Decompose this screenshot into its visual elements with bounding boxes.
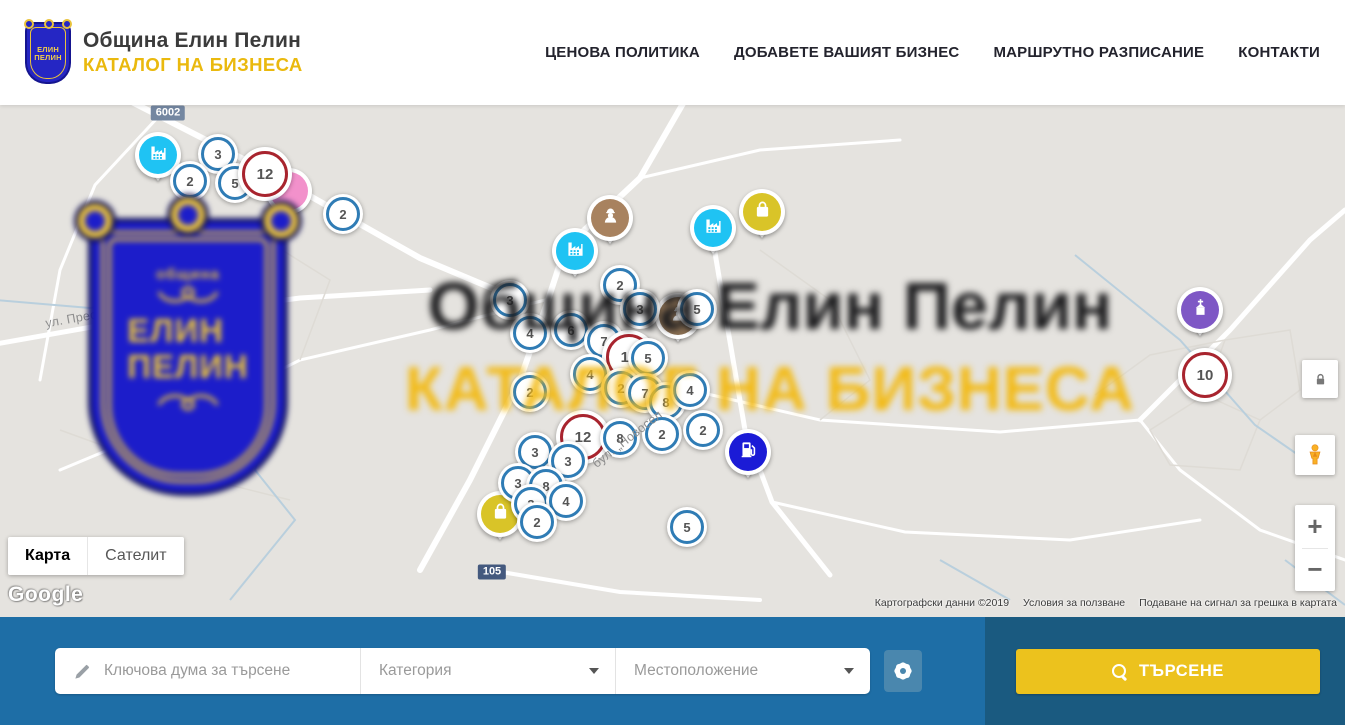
street-name-label: ул. Преслав — [44, 304, 119, 331]
keyword-search-input[interactable] — [104, 662, 360, 680]
header: ЕЛИНПЕЛИН Община Елин Пелин КАТАЛОГ НА Б… — [0, 0, 1345, 105]
map-type-map-button[interactable]: Карта — [8, 537, 87, 575]
worker-icon — [600, 205, 621, 231]
map-cluster-marker[interactable]: 2 — [517, 502, 557, 542]
search-icon — [1112, 664, 1128, 680]
map-cluster-marker[interactable]: 5 — [667, 507, 707, 547]
factory-icon — [565, 238, 586, 264]
fuel-icon — [738, 439, 759, 465]
main-nav: ЦЕНОВА ПОЛИТИКА ДОБАВЕТЕ ВАШИЯТ БИЗНЕС М… — [545, 44, 1320, 61]
zoom-in-button[interactable]: + — [1295, 505, 1335, 548]
map-cluster-marker[interactable]: 5 — [677, 289, 717, 329]
municipality-crest-icon: ЕЛИНПЕЛИН — [25, 22, 71, 84]
factory-icon — [703, 215, 724, 241]
map-pin-church[interactable] — [1177, 287, 1223, 333]
search-bar: Категория Местоположение ТЪРСЕНЕ — [0, 617, 1345, 725]
map-pin-fuel[interactable] — [725, 429, 771, 475]
map-cluster-marker[interactable]: 2 — [510, 372, 550, 412]
chevron-down-icon — [844, 668, 854, 674]
site-subtitle: КАТАЛОГ НА БИЗНЕСА — [83, 54, 303, 76]
map-type-control: Карта Сателит — [8, 537, 184, 575]
advanced-search-button[interactable] — [884, 650, 922, 692]
nav-item-contacts[interactable]: КОНТАКТИ — [1238, 44, 1320, 61]
nav-item-pricing[interactable]: ЦЕНОВА ПОЛИТИКА — [545, 44, 700, 61]
chevron-down-icon — [589, 668, 599, 674]
church-icon — [1190, 297, 1211, 323]
lock-icon — [1313, 372, 1328, 387]
road-number-label: 105 — [478, 565, 506, 580]
map-cluster-marker[interactable]: 2 — [683, 410, 723, 450]
zoom-control: + − — [1295, 505, 1335, 591]
bag-icon — [752, 199, 773, 225]
nav-item-timetable[interactable]: МАРШРУТНО РАЗПИСАНИЕ — [993, 44, 1204, 61]
category-select[interactable]: Категория — [360, 648, 615, 694]
gear-icon — [892, 660, 914, 682]
site-title: Община Елин Пелин — [83, 29, 303, 53]
attribution-data-credit: Картографски данни ©2019 — [875, 597, 1009, 609]
page: ЕЛИНПЕЛИН Община Елин Пелин КАТАЛОГ НА Б… — [0, 0, 1345, 725]
map-pin-bag[interactable] — [739, 189, 785, 235]
pencil-icon — [73, 662, 92, 681]
map-cluster-marker[interactable]: 2 — [323, 194, 363, 234]
search-button[interactable]: ТЪРСЕНЕ — [1016, 649, 1320, 694]
map-cluster-marker[interactable]: 12 — [238, 147, 292, 201]
bag-icon — [490, 501, 511, 527]
map-marker-layer: 3251222353467135242784128223338342510600… — [0, 105, 1345, 617]
map-cluster-marker[interactable]: 4 — [510, 313, 550, 353]
street-view-pegman-button[interactable] — [1295, 435, 1335, 475]
map-cluster-marker[interactable]: 3 — [620, 289, 660, 329]
map-cluster-marker[interactable]: 4 — [670, 370, 710, 410]
map-type-satellite-button[interactable]: Сателит — [87, 537, 183, 575]
nav-item-add-business[interactable]: ДОБАВЕТЕ ВАШИЯТ БИЗНЕС — [734, 44, 959, 61]
location-select[interactable]: Местоположение — [615, 648, 870, 694]
road-number-label: 6002 — [151, 106, 185, 121]
map-cluster-marker[interactable]: 10 — [1178, 348, 1232, 402]
site-logo[interactable]: ЕЛИНПЕЛИН Община Елин Пелин КАТАЛОГ НА Б… — [25, 22, 303, 84]
google-logo[interactable]: Google — [8, 583, 83, 607]
map-attribution: Картографски данни ©2019 Условия за полз… — [875, 597, 1337, 609]
attribution-terms-link[interactable]: Условия за ползване — [1023, 597, 1125, 609]
lock-control-button[interactable] — [1302, 360, 1338, 398]
attribution-report-link[interactable]: Подаване на сигнал за грешка в картата — [1139, 597, 1337, 609]
map-cluster-marker[interactable]: 2 — [170, 161, 210, 201]
pegman-icon — [1303, 443, 1327, 467]
factory-icon — [148, 142, 169, 168]
google-map[interactable]: 3251222353467135242784128223338342510600… — [0, 105, 1345, 617]
map-pin-factory[interactable] — [690, 205, 736, 251]
zoom-out-button[interactable]: − — [1295, 548, 1335, 591]
search-fields-group: Категория Местоположение — [55, 648, 870, 694]
map-pin-factory[interactable] — [552, 228, 598, 274]
